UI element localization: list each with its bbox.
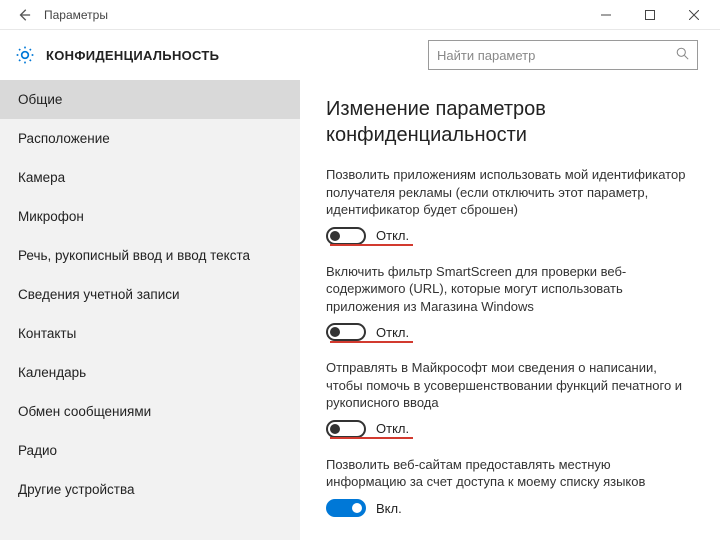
sidebar: Общие Расположение Камера Микрофон Речь, рук… (0, 80, 300, 540)
toggle-row: Откл. (326, 323, 694, 341)
sidebar-item[interactable]: Обмен сообщениями (0, 392, 300, 431)
toggle-row: Вкл. (326, 499, 694, 517)
toggle-state-label: Вкл. (376, 501, 402, 516)
sidebar-item[interactable]: Микрофон (0, 197, 300, 236)
page-title: КОНФИДЕНЦИАЛЬНОСТЬ (46, 48, 219, 63)
search-icon (676, 47, 689, 63)
setting-item: Позволить приложениям использовать мой и… (326, 166, 694, 245)
titlebar: Параметры (0, 0, 720, 30)
toggle-switch[interactable] (326, 323, 366, 341)
sidebar-item[interactable]: Другие устройства (0, 470, 300, 509)
sidebar-item[interactable]: Контакты (0, 314, 300, 353)
content-pane: Изменение параметров конфиденциальности … (300, 80, 720, 540)
toggle-switch[interactable] (326, 420, 366, 438)
toggle-row: Откл. (326, 227, 694, 245)
sidebar-item-label: Общие (18, 92, 62, 107)
search-box[interactable] (428, 40, 698, 70)
sidebar-item-label: Обмен сообщениями (18, 404, 151, 419)
maximize-icon (645, 10, 655, 20)
header: КОНФИДЕНЦИАЛЬНОСТЬ (0, 30, 720, 80)
toggle-switch[interactable] (326, 227, 366, 245)
sidebar-item-label: Календарь (18, 365, 86, 380)
setting-description: Включить фильтр SmartScreen для проверки… (326, 263, 694, 316)
setting-description: Позволить веб-сайтам предоставлять местн… (326, 456, 694, 491)
toggle-knob (352, 503, 362, 513)
toggle-switch[interactable] (326, 499, 366, 517)
search-input[interactable] (437, 48, 676, 63)
toggle-state-label: Откл. (376, 421, 409, 436)
setting-description: Отправлять в Майкрософт мои сведения о н… (326, 359, 694, 412)
sidebar-item[interactable]: Сведения учетной записи (0, 275, 300, 314)
sidebar-item[interactable]: Радио (0, 431, 300, 470)
back-button[interactable] (10, 1, 38, 29)
window-controls (584, 1, 716, 29)
setting-description: Позволить приложениям использовать мой и… (326, 166, 694, 219)
settings-list: Позволить приложениям использовать мой и… (326, 166, 694, 517)
back-arrow-icon (17, 8, 31, 22)
setting-item: Позволить веб-сайтам предоставлять местн… (326, 456, 694, 517)
sidebar-item-label: Речь, рукописный ввод и ввод текста (18, 248, 250, 263)
close-icon (689, 10, 699, 20)
sidebar-item-label: Другие устройства (18, 482, 135, 497)
toggle-row: Откл. (326, 420, 694, 438)
sidebar-item-label: Радио (18, 443, 57, 458)
sidebar-item-label: Сведения учетной записи (18, 287, 180, 302)
sidebar-item-label: Камера (18, 170, 65, 185)
toggle-knob (330, 231, 340, 241)
sidebar-item[interactable]: Расположение (0, 119, 300, 158)
settings-gear-icon (14, 44, 36, 66)
minimize-icon (601, 10, 611, 20)
sidebar-item-label: Микрофон (18, 209, 84, 224)
setting-item: Отправлять в Майкрософт мои сведения о н… (326, 359, 694, 438)
sidebar-item[interactable]: Камера (0, 158, 300, 197)
close-button[interactable] (672, 1, 716, 29)
main-area: Общие Расположение Камера Микрофон Речь, рук… (0, 80, 720, 540)
sidebar-item-label: Расположение (18, 131, 110, 146)
content-heading: Изменение параметров конфиденциальности (326, 96, 694, 148)
toggle-knob (330, 424, 340, 434)
minimize-button[interactable] (584, 1, 628, 29)
sidebar-item[interactable]: Речь, рукописный ввод и ввод текста (0, 236, 300, 275)
sidebar-item-label: Контакты (18, 326, 76, 341)
toggle-knob (330, 327, 340, 337)
sidebar-item[interactable]: Календарь (0, 353, 300, 392)
sidebar-item[interactable]: Общие (0, 80, 300, 119)
toggle-state-label: Откл. (376, 228, 409, 243)
window-title: Параметры (44, 8, 108, 22)
toggle-state-label: Откл. (376, 325, 409, 340)
maximize-button[interactable] (628, 1, 672, 29)
setting-item: Включить фильтр SmartScreen для проверки… (326, 263, 694, 342)
